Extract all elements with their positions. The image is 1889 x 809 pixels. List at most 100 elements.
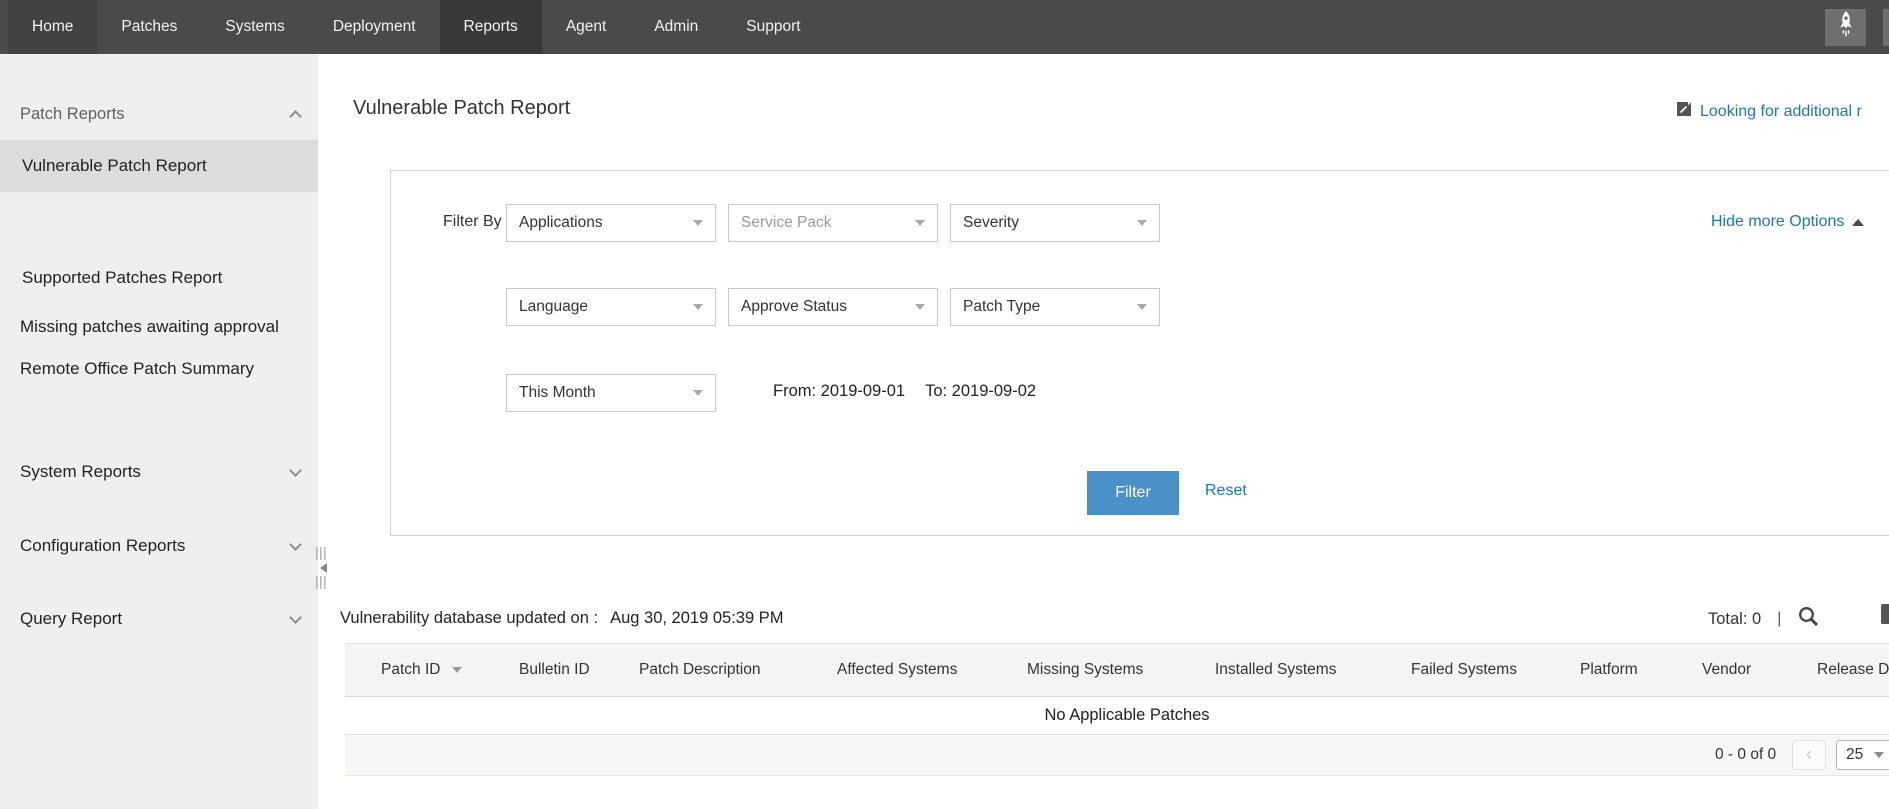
chevron-down-icon <box>289 464 302 477</box>
pagination-range: 0 - 0 of 0 <box>1715 746 1776 764</box>
dropdown-placeholder: Service Pack <box>741 214 831 232</box>
sidebar-item-supported-patches-report[interactable]: Supported Patches Report <box>0 260 318 296</box>
column-header-affected-systems: Affected Systems <box>837 644 957 696</box>
nav-item-support[interactable]: Support <box>722 0 824 54</box>
dropdown-value: Applications <box>519 214 603 232</box>
chevron-down-icon <box>915 220 925 226</box>
chevron-down-icon <box>289 538 302 551</box>
column-label: Failed Systems <box>1411 661 1517 679</box>
total-count: Total: 0 <box>1708 610 1761 629</box>
sidebar-item-label: Remote Office Patch Summary <box>20 359 254 378</box>
column-label: Installed Systems <box>1215 661 1336 679</box>
grip-stripes-icon <box>316 576 327 589</box>
approve-status-dropdown[interactable]: Approve Status <box>728 288 938 326</box>
sidebar-section-label: Configuration Reports <box>20 536 185 556</box>
document-icon[interactable] <box>1881 604 1889 624</box>
chevron-down-icon <box>915 304 925 310</box>
column-label: Patch ID <box>381 661 440 679</box>
triangle-up-icon <box>1852 219 1864 226</box>
sidebar-collapse-handle[interactable] <box>316 547 327 591</box>
top-navigation: Home Patches Systems Deployment Reports … <box>0 0 1889 54</box>
hide-more-options-label: Hide more Options <box>1711 213 1844 231</box>
additional-reports-link-label: Looking for additional r <box>1700 103 1862 121</box>
sidebar: Patch Reports Vulnerable Patch Report Su… <box>0 54 318 809</box>
service-pack-dropdown[interactable]: Service Pack <box>728 204 938 242</box>
date-range: From: 2019-09-01 To: 2019-09-02 <box>773 382 1036 401</box>
nav-item-agent[interactable]: Agent <box>542 0 631 54</box>
sidebar-item-label: Vulnerable Patch Report <box>22 156 207 176</box>
updated-label: Vulnerability database updated on : <box>340 609 598 627</box>
chevron-down-icon <box>693 390 703 396</box>
sidebar-item-label: Missing patches awaiting approval <box>20 317 279 336</box>
table-header-row: Patch ID Bulletin ID Patch Description A… <box>345 643 1889 697</box>
dropdown-value: This Month <box>519 384 596 402</box>
chevron-down-icon <box>693 220 703 226</box>
filter-by-label: Filter By <box>443 213 502 231</box>
edit-note-icon <box>1675 100 1693 123</box>
nav-item-patches[interactable]: Patches <box>97 0 201 54</box>
empty-message: No Applicable Patches <box>1044 706 1209 725</box>
page-title: Vulnerable Patch Report <box>353 97 570 120</box>
column-header-bulletin-id: Bulletin ID <box>519 644 590 696</box>
dropdown-value: Patch Type <box>963 298 1040 316</box>
sidebar-item-label: Supported Patches Report <box>22 268 222 288</box>
dropdown-value: Approve Status <box>741 298 847 316</box>
sidebar-section-configuration-reports[interactable]: Configuration Reports <box>20 533 300 559</box>
column-header-patch-id[interactable]: Patch ID <box>381 644 462 696</box>
chevron-down-icon <box>1874 752 1884 758</box>
nav-edge-button[interactable] <box>1883 9 1889 46</box>
column-header-patch-description: Patch Description <box>639 644 760 696</box>
chevron-down-icon <box>289 611 302 624</box>
app-window: Home Patches Systems Deployment Reports … <box>0 0 1889 809</box>
page-size-select[interactable]: 25 <box>1836 740 1889 770</box>
column-header-failed-systems: Failed Systems <box>1411 644 1517 696</box>
language-dropdown[interactable]: Language <box>506 288 716 326</box>
column-header-vendor: Vendor <box>1702 644 1751 696</box>
sidebar-item-vulnerable-patch-report[interactable]: Vulnerable Patch Report <box>0 140 318 192</box>
severity-dropdown[interactable]: Severity <box>950 204 1160 242</box>
nav-item-home[interactable]: Home <box>8 0 97 54</box>
dropdown-value: Severity <box>963 214 1019 232</box>
search-icon[interactable] <box>1797 605 1820 633</box>
date-from: From: 2019-09-01 <box>773 382 905 401</box>
pagination-prev-button[interactable]: ‹ <box>1792 740 1826 770</box>
nav-item-admin[interactable]: Admin <box>630 0 722 54</box>
chevron-down-icon <box>1137 304 1147 310</box>
chevron-down-icon <box>1137 220 1147 226</box>
rocket-icon <box>1835 10 1857 45</box>
divider: | <box>1777 610 1781 628</box>
applications-dropdown[interactable]: Applications <box>506 204 716 242</box>
column-label: Vendor <box>1702 661 1751 679</box>
sidebar-section-label: System Reports <box>20 462 141 482</box>
sidebar-section-label: Patch Reports <box>20 105 125 124</box>
sidebar-item-missing-patches-awaiting-approval[interactable]: Missing patches awaiting approval <box>20 309 280 345</box>
sidebar-section-patch-reports[interactable]: Patch Reports <box>20 101 300 127</box>
column-label: Bulletin ID <box>519 661 590 679</box>
main-content: Vulnerable Patch Report Looking for addi… <box>318 54 1889 809</box>
hide-more-options-link[interactable]: Hide more Options <box>1711 213 1864 231</box>
column-label: Affected Systems <box>837 661 957 679</box>
vulnerability-db-updated: Vulnerability database updated on :Aug 3… <box>340 609 783 628</box>
sidebar-section-system-reports[interactable]: System Reports <box>20 459 300 485</box>
column-label: Patch Description <box>639 661 760 679</box>
filter-button[interactable]: Filter <box>1087 471 1179 515</box>
reset-link[interactable]: Reset <box>1205 482 1247 500</box>
chevron-up-icon <box>289 110 302 123</box>
sidebar-section-query-report[interactable]: Query Report <box>20 606 300 632</box>
patch-type-dropdown[interactable]: Patch Type <box>950 288 1160 326</box>
sidebar-section-label: Query Report <box>20 609 122 629</box>
nav-item-reports[interactable]: Reports <box>440 0 542 54</box>
triangle-left-icon <box>315 563 327 573</box>
nav-item-deployment[interactable]: Deployment <box>309 0 440 54</box>
column-header-platform: Platform <box>1580 644 1638 696</box>
dropdown-value: Language <box>519 298 588 316</box>
rocket-button[interactable] <box>1825 9 1866 46</box>
nav-item-systems[interactable]: Systems <box>201 0 308 54</box>
time-period-dropdown[interactable]: This Month <box>506 374 716 412</box>
column-header-installed-systems: Installed Systems <box>1215 644 1336 696</box>
grip-stripes-icon <box>316 547 327 560</box>
additional-reports-link[interactable]: Looking for additional r <box>1675 100 1889 123</box>
table-empty-row: No Applicable Patches <box>345 697 1889 735</box>
column-label: Missing Systems <box>1027 661 1143 679</box>
sidebar-item-remote-office-patch-summary[interactable]: Remote Office Patch Summary <box>20 351 280 387</box>
